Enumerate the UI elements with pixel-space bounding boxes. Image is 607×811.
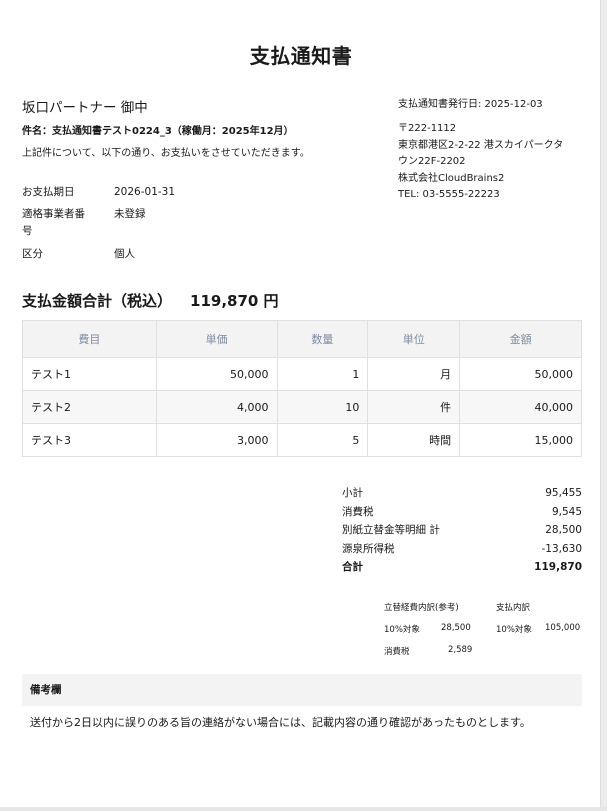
header-item: 費目 [22,320,157,358]
issuer-postal: 〒222-1112 [398,123,457,134]
payment-10pct-value: 105,000 [545,623,581,633]
document-title: 支払通知書 [249,44,353,68]
cell-item: テスト2 [22,390,157,424]
tax-value: 9,545 [551,505,582,518]
cell-unit-price: 3,000 [155,423,278,457]
header-unit-price: 単価 [155,320,278,358]
header-amount: 金額 [459,320,582,358]
issuer-block: 〒222-1112 東京都港区2-2-22 港スカイパークタ ウン22F-220… [398,121,583,204]
line-items-table: 費目 単価 数量 単位 金額 テスト1 50,000 1 月 50,000 テス… [22,320,582,457]
cell-unit: 時間 [367,423,461,457]
cell-quantity: 5 [276,423,369,457]
cell-unit-price: 4,000 [155,390,278,424]
expense-10pct-value: 28,500 [441,623,471,633]
reimbursement-value: 28,500 [545,524,582,537]
table-row: テスト3 3,000 5 時間 15,000 [22,423,582,457]
payment-total-label: 支払金額合計（税込） [22,292,173,310]
recipient-name: 坂口パートナー 御中 [22,100,148,116]
grand-total-label: 合計 [342,561,363,574]
header-unit: 単位 [367,320,461,358]
summary-block: 小計 95,455 消費税 9,545 別紙立替金等明細 計 28,500 源泉… [342,484,582,577]
cell-amount: 15,000 [459,423,582,457]
expense-10pct-label: 10%対象 [384,625,420,635]
table-row: テスト2 4,000 10 件 40,000 [22,390,582,424]
table-header-row: 費目 単価 数量 単位 金額 [22,320,582,358]
expense-breakdown-title: 立替経費内訳(参考) [384,603,459,613]
issuer-address-line1: 東京都港区2-2-22 港スカイパークタ [398,139,564,151]
category-value: 個人 [114,248,135,260]
cell-unit: 件 [367,390,461,424]
withholding-value: -13,630 [541,542,582,555]
tax-label: 消費税 [342,505,374,518]
payment-total-amount: 119,870 円 [190,292,279,310]
issuer-company: 株式会社CloudBrains2 [398,172,505,184]
cell-unit-price: 50,000 [155,357,278,391]
expense-tax-label: 消費税 [384,647,410,657]
invoice-number-label-line2: 号 [22,225,33,237]
due-date-label: お支払期日 [22,186,75,198]
withholding-label: 源泉所得税 [342,542,395,555]
issuer-tel: TEL: 03-5555-22223 [398,189,500,200]
expense-tax-value: 2,589 [448,645,473,655]
cell-unit: 月 [367,357,461,391]
reimbursement-row: 別紙立替金等明細 計 28,500 [342,521,582,540]
cell-quantity: 1 [276,357,369,391]
intro-text: 上記件について、以下の通り、お支払いをさせていただきます。 [22,148,310,159]
grand-total-value: 119,870 [534,561,582,574]
page-bottom-edge [0,807,607,811]
issue-date: 支払通知書発行日: 2025-12-03 [398,99,543,110]
cell-quantity: 10 [276,390,369,424]
subtotal-label: 小計 [342,487,363,499]
subtotal-value: 95,455 [545,487,582,499]
reimbursement-label: 別紙立替金等明細 計 [342,524,440,537]
payment-notice-page: { "document": { "title": "支払通知書", "recip… [0,0,607,811]
cell-item: テスト1 [22,357,157,391]
subject-line: 件名：支払通知書テスト0224_3（稼働月：2025年12月） [22,126,294,137]
payment-total-heading: 支払金額合計（税込） 119,870 円 [22,290,279,311]
payment-breakdown-title: 支払内訳 [496,603,531,613]
cell-amount: 50,000 [459,357,582,391]
withholding-row: 源泉所得税 -13,630 [342,540,582,559]
remarks-text: 送付から2日以内に誤りのある旨の連絡がない場合には、記載内容の通り確認があったも… [30,716,531,729]
subtotal-row: 小計 95,455 [342,484,582,503]
page-right-edge [600,0,607,811]
cell-amount: 40,000 [459,390,582,424]
header-quantity: 数量 [276,320,369,358]
remarks-title: 備考欄 [22,674,582,706]
issuer-address-line2: ウン22F-2202 [398,156,466,167]
due-date-value: 2026-01-31 [114,186,176,198]
tax-row: 消費税 9,545 [342,503,582,522]
grand-total-row: 合計 119,870 [342,558,582,577]
table-row: テスト1 50,000 1 月 50,000 [22,357,582,391]
invoice-number-label-line1: 適格事業者番 [22,208,85,220]
invoice-number-value: 未登録 [114,208,146,220]
payment-10pct-label: 10%対象 [496,625,532,635]
category-label: 区分 [22,248,43,260]
cell-item: テスト3 [22,423,157,457]
